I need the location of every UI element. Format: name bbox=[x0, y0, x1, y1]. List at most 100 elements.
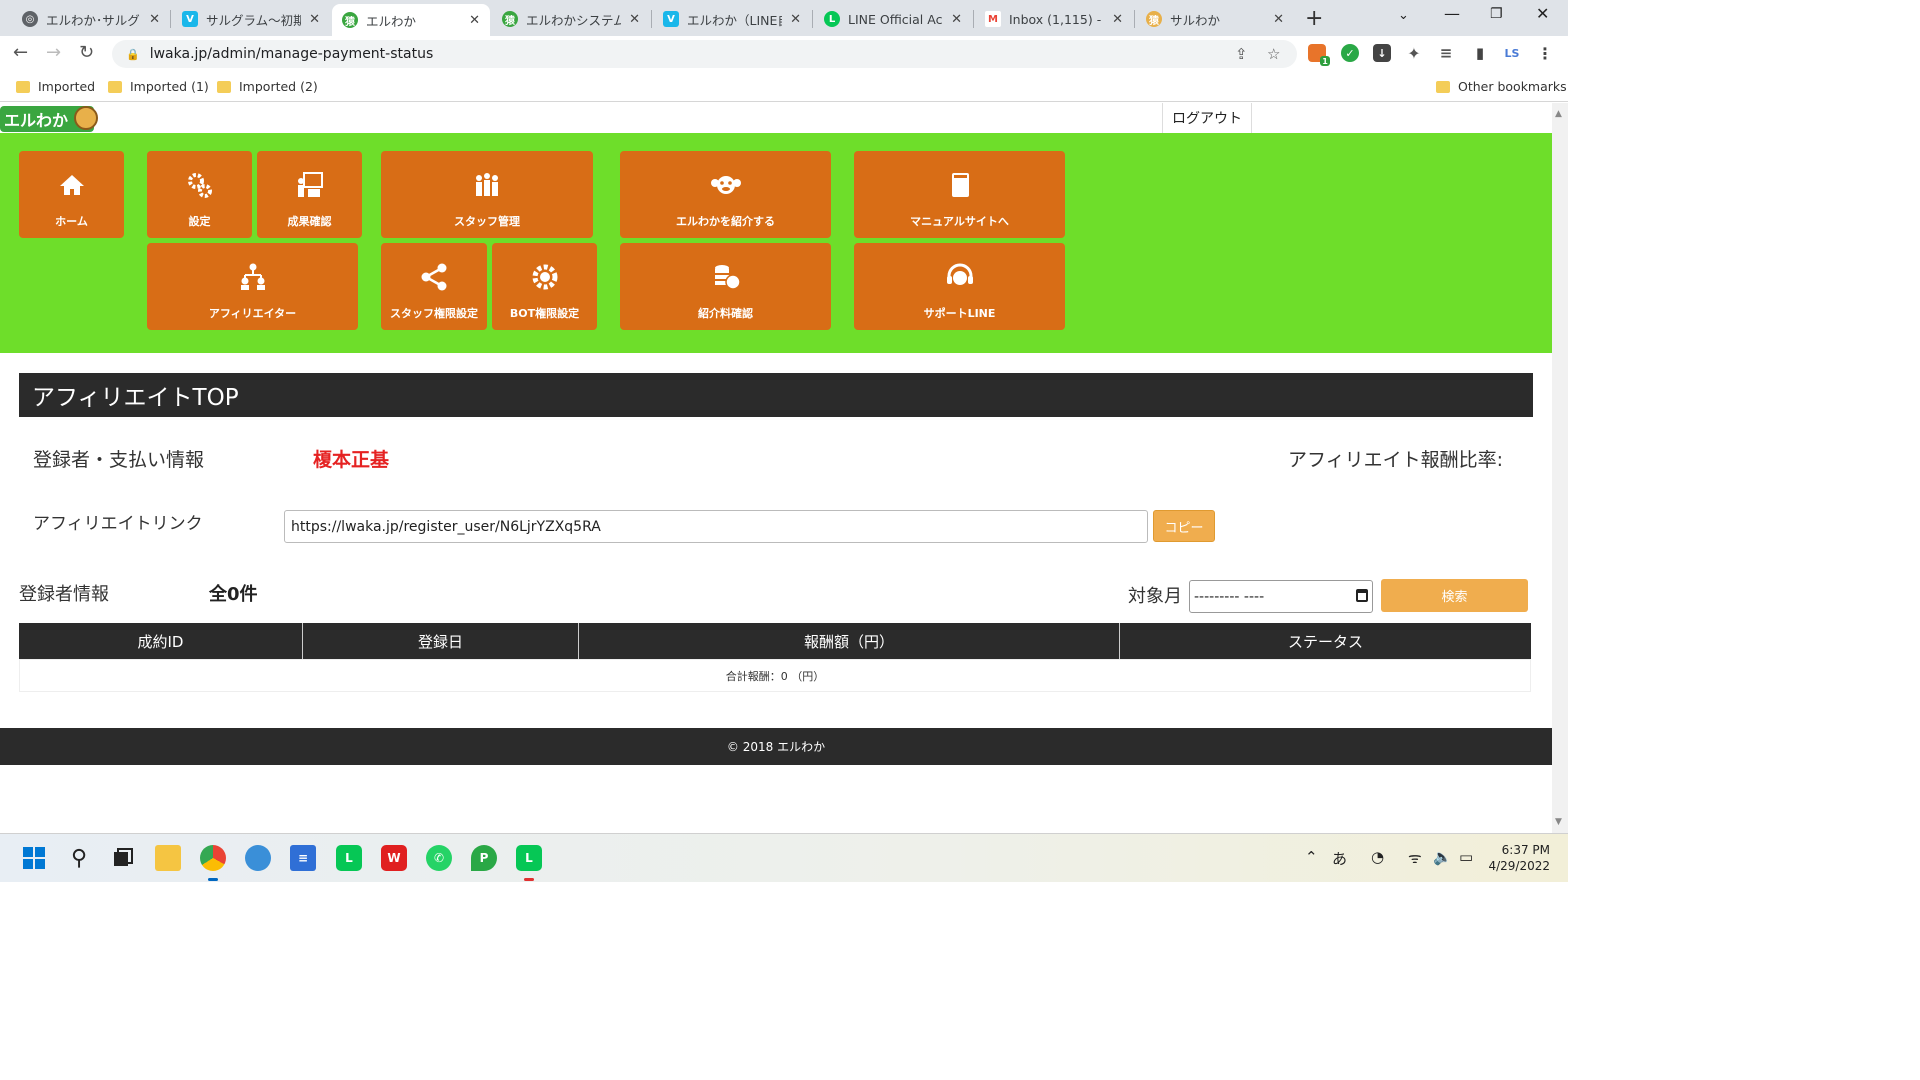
menu-refer-button[interactable]: エルわかを紹介する bbox=[620, 151, 831, 238]
scroll-down-icon[interactable]: ▼ bbox=[1555, 817, 1562, 827]
home-icon bbox=[56, 169, 88, 201]
site-logo[interactable]: エルわか bbox=[0, 106, 98, 132]
close-icon[interactable]: ✕ bbox=[1112, 12, 1123, 27]
ime-indicator[interactable]: あ bbox=[1332, 848, 1347, 869]
target-month-label: 対象月 bbox=[1128, 586, 1182, 607]
system-clock[interactable]: 6:37 PM 4/29/2022 bbox=[1488, 842, 1550, 874]
tab-search-icon[interactable]: ⌄ bbox=[1398, 8, 1409, 23]
menu-affiliator-button[interactable]: アフィリエイター bbox=[147, 243, 358, 330]
menu-home-button[interactable]: ホーム bbox=[19, 151, 124, 238]
whatsapp-icon[interactable]: ✆ bbox=[426, 845, 452, 871]
registrants-count: 全0件 bbox=[209, 584, 258, 605]
page-footer: © 2018 エルわか bbox=[0, 728, 1552, 765]
menu-staff-permission-button[interactable]: スタッフ権限設定 bbox=[381, 243, 487, 330]
window-close-button[interactable]: ✕ bbox=[1536, 4, 1549, 23]
notepad-icon[interactable]: ≡ bbox=[290, 845, 316, 871]
volume-icon[interactable]: 🔈 bbox=[1433, 848, 1452, 866]
menu-results-button[interactable]: 成果確認 bbox=[257, 151, 362, 238]
menu-referral-fee-button[interactable]: 紹介料確認 bbox=[620, 243, 831, 330]
browser-tab[interactable]: 猿 エルわかシステム機 ✕ bbox=[492, 4, 650, 34]
close-icon[interactable]: ✕ bbox=[629, 12, 640, 27]
chrome-icon[interactable] bbox=[200, 845, 226, 871]
close-icon[interactable]: ✕ bbox=[149, 12, 160, 27]
folder-icon bbox=[217, 80, 231, 93]
bookmark-star-icon[interactable]: ☆ bbox=[1267, 45, 1280, 63]
browser-tab[interactable]: V サルグラム～初期設 ✕ bbox=[172, 4, 330, 34]
line-icon[interactable]: L bbox=[336, 845, 362, 871]
bookmark-folder[interactable]: Imported (1) bbox=[108, 79, 209, 94]
book-icon bbox=[944, 169, 976, 201]
reload-button[interactable]: ↻ bbox=[79, 42, 94, 63]
calendar-icon[interactable] bbox=[1356, 589, 1368, 602]
side-panel-icon[interactable]: ▮ bbox=[1471, 44, 1489, 62]
browser-tab-active[interactable]: 猿 エルわか ✕ bbox=[332, 4, 490, 36]
search-button[interactable]: 検索 bbox=[1381, 579, 1528, 612]
close-icon[interactable]: ✕ bbox=[1273, 12, 1284, 27]
maps-pin-icon[interactable]: P bbox=[471, 845, 497, 871]
paint-icon[interactable] bbox=[245, 845, 271, 871]
battery-icon[interactable]: ▭ bbox=[1459, 848, 1473, 866]
reading-list-icon[interactable]: ≡ bbox=[1437, 44, 1455, 62]
menu-manual-button[interactable]: マニュアルサイトへ bbox=[854, 151, 1065, 238]
browser-tab[interactable]: 猿 サルわか ✕ bbox=[1136, 4, 1294, 34]
browser-tab[interactable]: ◎ エルわか･サルグラム ✕ bbox=[12, 4, 170, 34]
folder-icon bbox=[1436, 80, 1450, 93]
browser-tab[interactable]: M Inbox (1,115) - jo ✕ bbox=[975, 4, 1133, 34]
copy-button[interactable]: コピー bbox=[1153, 510, 1215, 542]
minimize-button[interactable]: — bbox=[1444, 4, 1460, 23]
presentation-icon bbox=[294, 169, 326, 201]
browser-tab[interactable]: V エルわか（LINE自 ✕ bbox=[653, 4, 811, 34]
registrants-table: 成約ID 登録日 報酬額（円） ステータス 合計報酬：0 （円） bbox=[19, 623, 1531, 692]
browser-tab[interactable]: L LINE Official Acco ✕ bbox=[814, 4, 972, 34]
total-reward: 合計報酬：0 （円） bbox=[19, 659, 1531, 692]
scroll-up-icon[interactable]: ▲ bbox=[1555, 109, 1562, 119]
wifi-icon[interactable]: ᯤ bbox=[1408, 848, 1422, 868]
bookmark-folder[interactable]: Imported (2) bbox=[217, 79, 318, 94]
vpn-extension-icon[interactable]: ✓ bbox=[1341, 44, 1359, 62]
folder-icon bbox=[16, 80, 30, 93]
browser-menu-icon[interactable]: ⋮ bbox=[1536, 44, 1554, 63]
vimeo-icon: V bbox=[182, 11, 198, 27]
profile-avatar[interactable]: LS bbox=[1503, 44, 1521, 62]
lock-icon[interactable]: 🔒 bbox=[126, 48, 140, 61]
search-icon[interactable]: ⚲ bbox=[66, 845, 92, 871]
menu-staff-button[interactable]: スタッフ管理 bbox=[381, 151, 593, 238]
bookmark-folder[interactable]: Imported bbox=[16, 79, 95, 94]
line-app-icon[interactable]: L bbox=[516, 845, 542, 871]
table-header-row: 成約ID 登録日 報酬額（円） ステータス bbox=[19, 623, 1531, 659]
menu-support-line-button[interactable]: サポートLINE bbox=[854, 243, 1065, 330]
windows-start-icon[interactable] bbox=[21, 845, 47, 871]
share-icon[interactable]: ⇪ bbox=[1235, 45, 1248, 63]
focus-icon[interactable]: ◔ bbox=[1371, 848, 1384, 866]
forward-button[interactable]: → bbox=[46, 42, 61, 63]
logout-button[interactable]: ログアウト bbox=[1162, 103, 1252, 133]
extensions-puzzle-icon[interactable]: ✦ bbox=[1405, 44, 1423, 63]
extension-icon[interactable]: 1 bbox=[1308, 44, 1330, 66]
task-view-icon[interactable] bbox=[110, 845, 136, 871]
close-icon[interactable]: ✕ bbox=[951, 12, 962, 27]
menu-bot-permission-button[interactable]: BOT権限設定 bbox=[492, 243, 597, 330]
close-icon[interactable]: ✕ bbox=[309, 12, 320, 27]
target-month-input[interactable]: --------- ---- bbox=[1189, 580, 1373, 613]
tray-overflow-icon[interactable]: ⌃ bbox=[1305, 848, 1318, 866]
wps-office-icon[interactable]: W bbox=[381, 845, 407, 871]
affiliate-link-label: アフィリエイトリンク bbox=[33, 514, 203, 534]
address-bar[interactable]: 🔒 lwaka.jp/admin/manage-payment-status bbox=[112, 40, 1297, 68]
other-bookmarks[interactable]: Other bookmarks bbox=[1436, 79, 1567, 94]
page-scrollbar[interactable]: ▲ ▼ bbox=[1552, 103, 1568, 833]
menu-settings-button[interactable]: 設定 bbox=[147, 151, 252, 238]
restore-button[interactable]: ❐ bbox=[1490, 6, 1503, 22]
headset-icon bbox=[944, 261, 976, 293]
back-button[interactable]: ← bbox=[13, 42, 28, 63]
download-extension-icon[interactable]: ↓ bbox=[1373, 44, 1391, 62]
new-tab-button[interactable]: + bbox=[1305, 6, 1323, 31]
file-explorer-icon[interactable] bbox=[155, 845, 181, 871]
monkey-icon: 猿 bbox=[502, 11, 518, 27]
staff-icon bbox=[471, 169, 503, 201]
affiliate-ratio-label: アフィリエイト報酬比率: bbox=[1288, 449, 1504, 471]
monkey-logo-icon bbox=[74, 106, 98, 130]
monkey-icon: 猿 bbox=[1146, 11, 1162, 27]
close-icon[interactable]: ✕ bbox=[469, 13, 480, 28]
close-icon[interactable]: ✕ bbox=[790, 12, 801, 27]
affiliate-link-input[interactable]: https://lwaka.jp/register_user/N6LjrYZXq… bbox=[284, 510, 1148, 543]
